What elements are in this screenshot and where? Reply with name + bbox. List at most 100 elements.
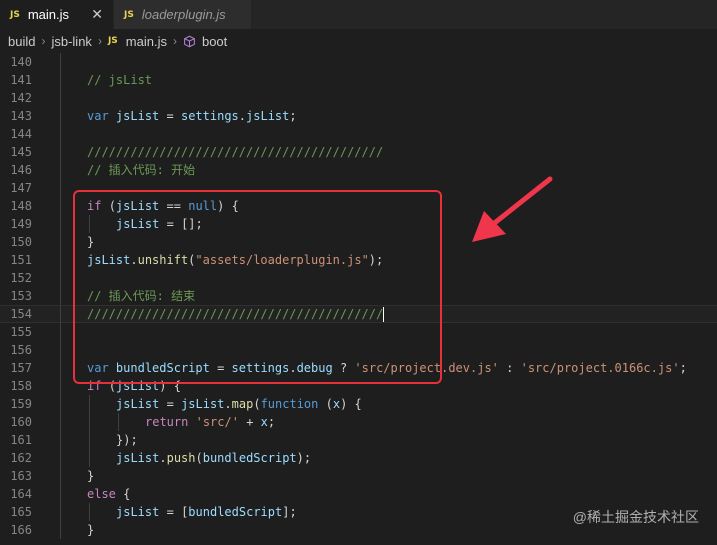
line-number: 166 xyxy=(10,523,32,537)
line-number: 145 xyxy=(10,145,32,159)
indent-guide xyxy=(60,359,61,377)
indent-guide xyxy=(60,341,61,359)
indent-guide xyxy=(89,503,90,521)
code-line[interactable]: 163} xyxy=(0,467,717,485)
indent-guide xyxy=(60,215,61,233)
indent-guide xyxy=(60,521,61,539)
code-line[interactable]: 140 xyxy=(0,53,717,71)
indent-guide xyxy=(89,449,90,467)
tab-main-js[interactable]: JS main.js ✕ xyxy=(0,0,113,29)
indent-guide xyxy=(89,431,90,449)
red-arrow-annotation xyxy=(472,176,553,242)
code-text: ////////////////////////////////////////… xyxy=(87,145,384,159)
code-line[interactable]: 143 var jsList = settings.jsList; xyxy=(0,107,717,125)
indent-guide xyxy=(60,287,61,305)
line-number: 160 xyxy=(10,415,32,429)
code-editor[interactable]: 140 141 // jsList 142 143 var jsList = settin… xyxy=(0,53,717,545)
line-number: 142 xyxy=(10,91,32,105)
code-text: } xyxy=(87,469,95,483)
code-line[interactable]: 160 return 'src/' + x; xyxy=(0,413,717,431)
indent-guide xyxy=(60,269,61,287)
javascript-file-icon: JS xyxy=(107,36,118,46)
chevron-right-icon: › xyxy=(172,34,177,48)
code-line[interactable]: 161}); xyxy=(0,431,717,449)
line-number: 146 xyxy=(10,163,32,177)
code-line[interactable]: 159 jsList = jsList.map(function (x) { xyxy=(0,395,717,413)
line-number: 156 xyxy=(10,343,32,357)
indent-guide xyxy=(60,161,61,179)
indent-guide xyxy=(60,125,61,143)
line-number: 148 xyxy=(10,199,32,213)
tab-loaderplugin-js[interactable]: JS loaderplugin.js xyxy=(113,0,251,29)
indent-guide xyxy=(60,306,61,324)
editor-tab-bar: JS main.js ✕ JS loaderplugin.js xyxy=(0,0,717,29)
line-number: 163 xyxy=(10,469,32,483)
chevron-right-icon: › xyxy=(97,34,102,48)
line-number: 161 xyxy=(10,433,32,447)
javascript-file-icon: JS xyxy=(10,9,20,20)
code-text: return 'src/' + x; xyxy=(145,415,276,429)
line-number: 143 xyxy=(10,109,32,123)
code-line[interactable]: 164 else { xyxy=(0,485,717,503)
line-number: 149 xyxy=(10,217,32,231)
code-line[interactable]: 162 jsList.push(bundledScript); xyxy=(0,449,717,467)
watermark: @稀土掘金技术社区 xyxy=(572,509,699,525)
indent-guide xyxy=(60,53,61,71)
line-number: 155 xyxy=(10,325,32,339)
indent-guide xyxy=(60,179,61,197)
tab-label: main.js xyxy=(27,7,70,22)
code-text: // 插入代码: 开始 xyxy=(87,163,196,177)
line-number: 151 xyxy=(10,253,32,267)
code-line[interactable]: 145 /////////////////////////////////////… xyxy=(0,143,717,161)
code-text: }); xyxy=(116,433,138,447)
indent-guide xyxy=(60,395,61,413)
code-line[interactable]: 146 // 插入代码: 开始 xyxy=(0,161,717,179)
breadcrumb-item-main-js[interactable]: main.js xyxy=(126,34,167,49)
indent-guide xyxy=(60,71,61,89)
breadcrumb-item-boot[interactable]: boot xyxy=(202,34,227,49)
chevron-right-icon: › xyxy=(41,34,46,48)
indent-guide xyxy=(60,143,61,161)
line-number: 150 xyxy=(10,235,32,249)
code-text: jsList = jsList.map(function (x) { xyxy=(116,397,362,411)
code-text: jsList = [bundledScript]; xyxy=(116,505,297,519)
indent-guide xyxy=(60,503,61,521)
indent-guide xyxy=(60,89,61,107)
line-number: 165 xyxy=(10,505,32,519)
indent-guide xyxy=(60,107,61,125)
javascript-file-icon: JS xyxy=(124,9,134,20)
line-number: 159 xyxy=(10,397,32,411)
red-highlight-box xyxy=(73,190,442,384)
indent-guide xyxy=(118,413,119,431)
line-number: 144 xyxy=(10,127,32,141)
indent-guide xyxy=(60,485,61,503)
close-icon[interactable]: ✕ xyxy=(91,6,103,23)
line-number: 164 xyxy=(10,487,32,501)
breadcrumb-item-jsb-link[interactable]: jsb-link xyxy=(51,34,91,49)
code-line[interactable]: 142 xyxy=(0,89,717,107)
breadcrumb-item-build[interactable]: build xyxy=(8,34,35,49)
indent-guide xyxy=(60,377,61,395)
code-text: } xyxy=(87,523,95,537)
code-text: else { xyxy=(87,487,131,501)
line-number: 162 xyxy=(10,451,32,465)
code-line[interactable]: 141 // jsList xyxy=(0,71,717,89)
indent-guide xyxy=(60,323,61,341)
code-text: jsList.push(bundledScript); xyxy=(116,451,312,465)
line-number: 140 xyxy=(10,55,32,69)
line-number: 154 xyxy=(10,307,32,321)
indent-guide xyxy=(89,413,90,431)
indent-guide xyxy=(60,431,61,449)
line-number: 158 xyxy=(10,379,32,393)
code-line[interactable]: 144 xyxy=(0,125,717,143)
indent-guide xyxy=(60,197,61,215)
indent-guide xyxy=(60,467,61,485)
line-number: 157 xyxy=(10,361,32,375)
line-number: 141 xyxy=(10,73,32,87)
breadcrumb: build › jsb-link › JS main.js › boot xyxy=(0,29,717,53)
line-number: 152 xyxy=(10,271,32,285)
line-number: 147 xyxy=(10,181,32,195)
code-text: var jsList = settings.jsList; xyxy=(87,109,297,123)
indent-guide xyxy=(60,251,61,269)
code-text: // jsList xyxy=(87,73,153,87)
